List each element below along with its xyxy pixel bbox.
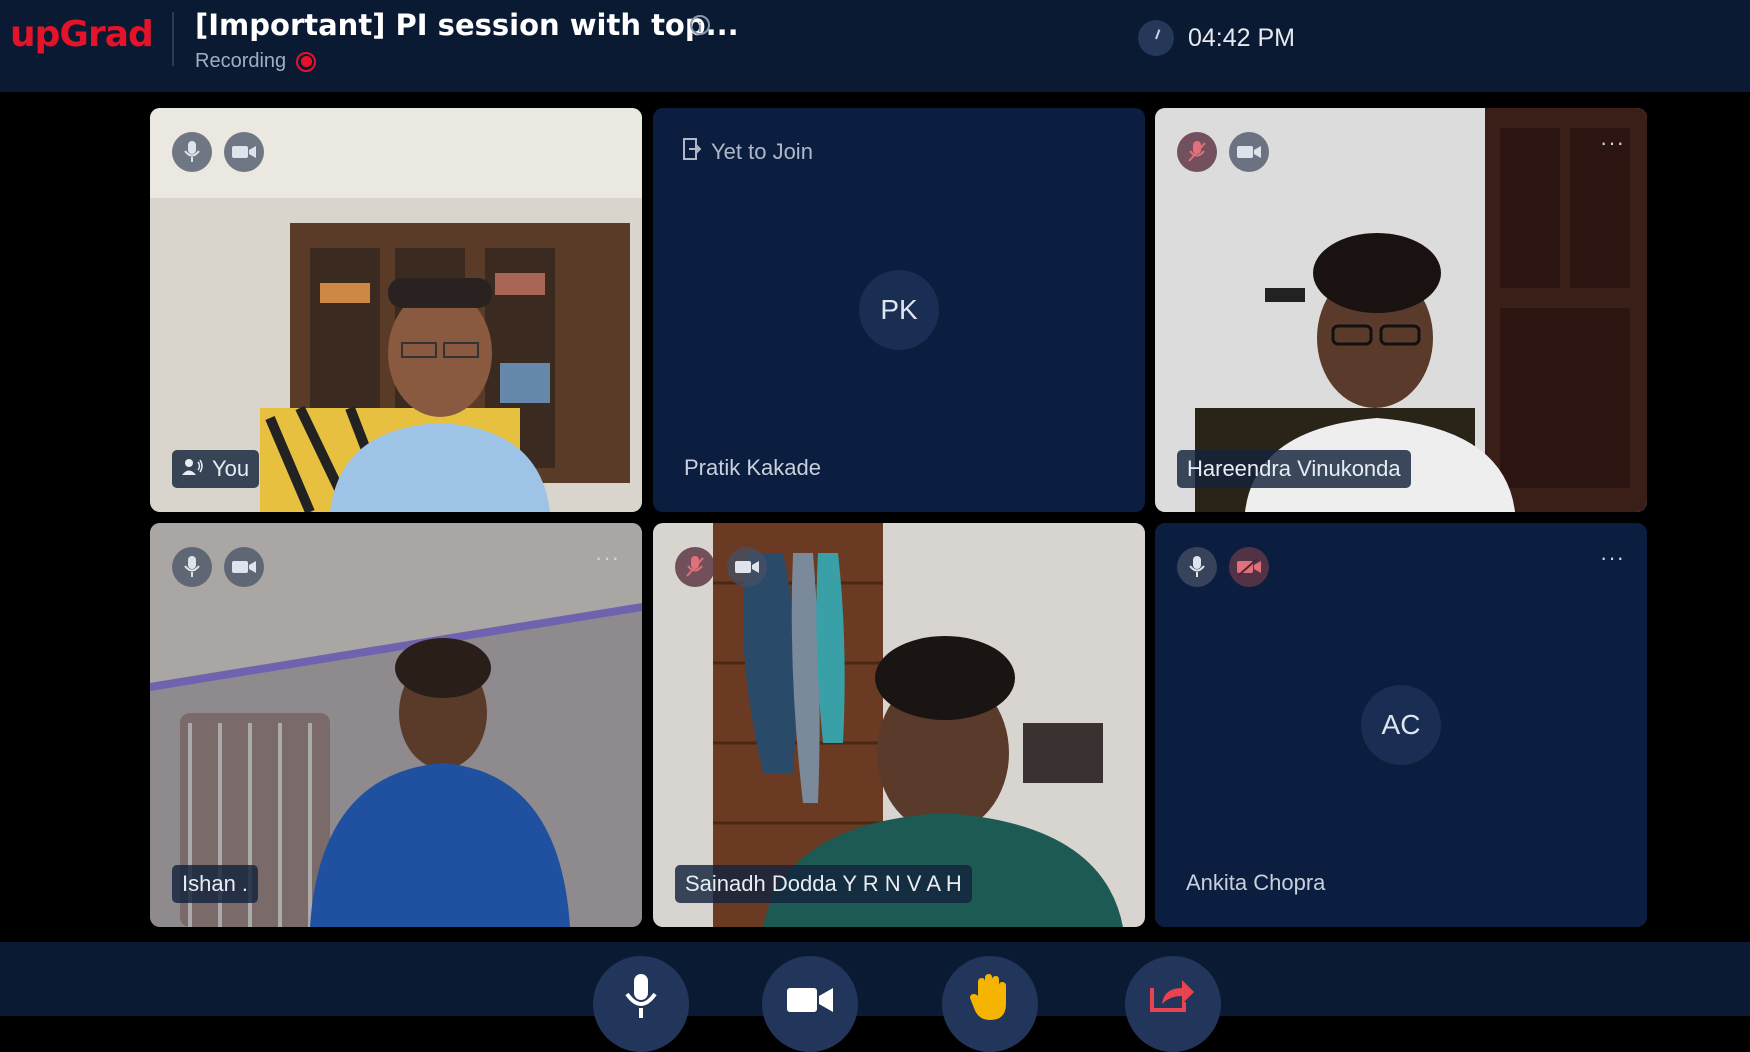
share-icon	[1150, 980, 1194, 1012]
mic-icon[interactable]	[1177, 547, 1217, 587]
mic-muted-icon[interactable]	[1177, 132, 1217, 172]
microphone-toggle-button[interactable]	[593, 956, 689, 1052]
mic-icon[interactable]	[172, 132, 212, 172]
participant-name: Hareendra Vinukonda	[1187, 456, 1401, 481]
participant-tile-pratik[interactable]: Yet to Join PK Pratik Kakade	[653, 108, 1145, 512]
join-status: Yet to Join	[683, 138, 813, 166]
more-options-icon[interactable]: ···	[1600, 545, 1625, 571]
join-status-label: Yet to Join	[711, 139, 813, 164]
speaker-icon	[182, 456, 204, 482]
participant-name-tag: You	[172, 450, 260, 488]
hand-icon	[970, 974, 1006, 1020]
participant-tile-you[interactable]: You	[150, 108, 642, 512]
participant-tile-ishan[interactable]: ··· Ishan .	[150, 523, 642, 927]
participant-tile-ankita[interactable]: ··· AC Ankita Chopra	[1155, 523, 1647, 927]
video-camera-icon	[787, 988, 833, 1012]
participant-name: Ankita Chopra	[1186, 870, 1326, 895]
more-options-icon[interactable]: ···	[1600, 130, 1625, 156]
upgrad-logo: upGrad	[10, 14, 154, 55]
avatar: AC	[1361, 685, 1441, 765]
participant-tile-hareendra[interactable]: ··· Hareendra Vinukonda	[1155, 108, 1647, 512]
participant-name: Sainadh Dodda Y R N V A H	[685, 871, 962, 896]
bottom-control-bar	[0, 942, 1750, 1016]
participant-name-tag: Sainadh Dodda Y R N V A H	[675, 865, 972, 903]
mic-icon[interactable]	[172, 547, 212, 587]
participant-name: You	[212, 456, 250, 481]
video-camera-off-icon[interactable]	[1229, 547, 1269, 587]
video-camera-icon[interactable]	[727, 547, 767, 587]
camera-toggle-button[interactable]	[762, 956, 858, 1052]
header-divider	[172, 12, 174, 66]
participant-name: Pratik Kakade	[684, 455, 821, 480]
participant-name-tag: Ishan .	[172, 865, 259, 903]
meeting-title: [Important] PI session with top...	[195, 8, 739, 42]
recording-indicator: Recording	[195, 50, 317, 73]
more-options-icon[interactable]: ···	[595, 545, 620, 571]
recording-dot-icon	[296, 51, 317, 72]
meeting-time: 04:42 PM	[1188, 24, 1296, 52]
raise-hand-button[interactable]	[942, 956, 1038, 1052]
recording-label: Recording	[195, 50, 287, 72]
participant-name-tag: Hareendra Vinukonda	[1177, 450, 1411, 488]
enter-door-icon	[683, 138, 702, 166]
video-camera-icon[interactable]	[224, 547, 264, 587]
avatar: PK	[859, 270, 939, 350]
video-camera-icon[interactable]	[224, 132, 264, 172]
more-options-icon[interactable]: ···	[1098, 545, 1123, 571]
top-bar: upGrad [Important] PI session with top..…	[0, 0, 1750, 92]
participant-name: Ishan .	[182, 871, 249, 896]
participant-tile-sainadh[interactable]: ··· Sainadh Dodda Y R N V A H	[653, 523, 1145, 927]
video-camera-icon[interactable]	[1229, 132, 1269, 172]
share-button[interactable]	[1125, 956, 1221, 1052]
mic-icon	[625, 974, 657, 1018]
clock-icon	[1138, 20, 1174, 56]
info-icon[interactable]: i	[690, 15, 710, 35]
mic-muted-icon[interactable]	[675, 547, 715, 587]
